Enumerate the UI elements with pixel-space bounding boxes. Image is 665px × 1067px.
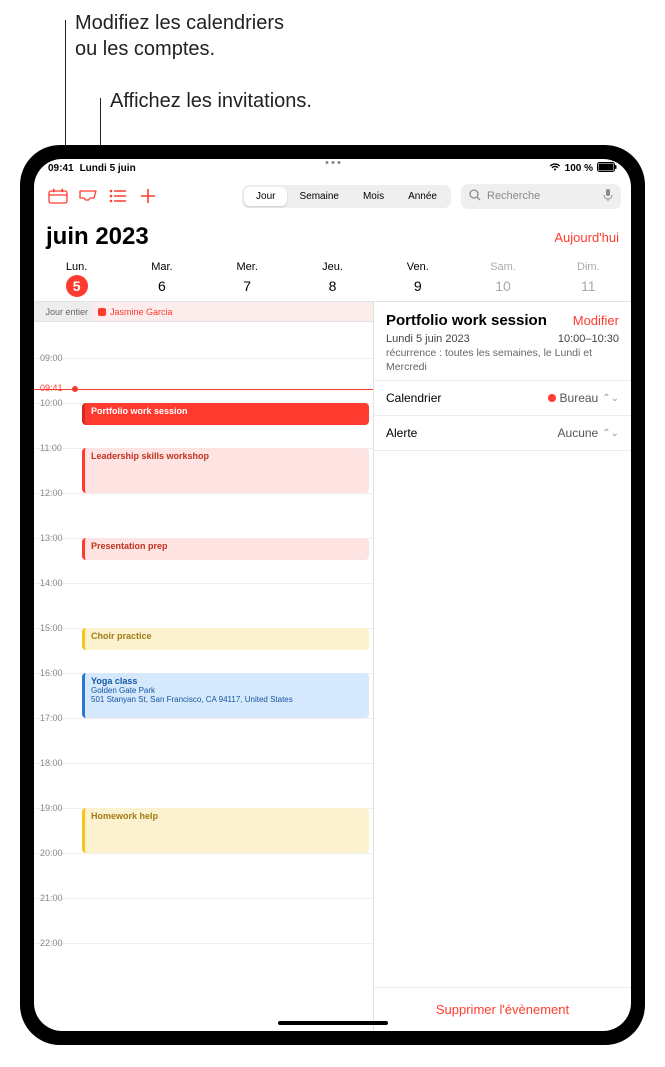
detail-time: 10:00–10:30 [558, 333, 619, 345]
callout-show-invitations: Affichez les invitations. [110, 88, 312, 114]
detail-alert-row[interactable]: Alerte Aucune ⌃⌄ [374, 416, 631, 451]
detail-calendar-label: Calendrier [386, 391, 441, 405]
callout-modify-calendars: Modifiez les calendriers ou les comptes. [75, 10, 284, 62]
battery-text: 100 % [565, 163, 593, 174]
hour-label: 17:00 [40, 713, 63, 723]
hour-label: 09:00 [40, 353, 63, 363]
detail-alert-value: Aucune [558, 426, 599, 440]
hour-label: 15:00 [40, 623, 63, 633]
month-title: juin 2023 [46, 223, 149, 251]
weekday-row: Lun. 5 Mar. 6 Mer. 7 Jeu. 8 Ven. 9 [34, 255, 631, 302]
detail-recurrence: récurrence : toutes les semaines, le Lun… [386, 347, 619, 374]
battery-icon [597, 162, 617, 175]
hour-label: 19:00 [40, 803, 63, 813]
view-segmented-control: Jour Semaine Mois Année [242, 185, 451, 208]
chevron-icon: ⌃⌄ [602, 428, 619, 439]
event-detail-panel: Portfolio work session Modifier Lundi 5 … [374, 302, 631, 1031]
detail-date: Lundi 5 juin 2023 [386, 333, 470, 345]
calendars-icon[interactable] [44, 182, 72, 210]
search-icon [469, 189, 481, 204]
calendar-color-dot [548, 394, 556, 402]
hour-label: 16:00 [40, 668, 63, 678]
allday-row: Jour entier Jasmine Garcia [34, 302, 373, 322]
status-bar: 09:41 Lundi 5 juin 100 % [34, 159, 631, 177]
allday-label: Jour entier [34, 302, 92, 321]
home-indicator[interactable] [278, 1021, 388, 1025]
event-yoga-class[interactable]: Yoga class Golden Gate Park 501 Stanyan … [82, 673, 369, 718]
detail-alert-label: Alerte [386, 426, 417, 440]
weekday-wed[interactable]: Mer. 7 [205, 261, 290, 297]
ipad-frame: 09:41 Lundi 5 juin 100 % [20, 145, 645, 1045]
edit-button[interactable]: Modifier [573, 313, 619, 328]
add-icon[interactable] [134, 182, 162, 210]
event-leadership-skills-workshop[interactable]: Leadership skills workshop [82, 448, 369, 493]
delete-event-button[interactable]: Supprimer l'évènement [374, 987, 631, 1031]
month-header: juin 2023 Aujourd'hui [34, 215, 631, 255]
status-time: 09:41 [48, 163, 74, 174]
hour-label: 13:00 [40, 533, 63, 543]
search-input[interactable]: Recherche [461, 184, 621, 209]
allday-event[interactable]: Jasmine Garcia [92, 302, 373, 321]
event-homework-help[interactable]: Homework help [82, 808, 369, 853]
screen: 09:41 Lundi 5 juin 100 % [34, 159, 631, 1031]
seg-year[interactable]: Année [396, 187, 449, 206]
timeline[interactable]: Jour entier Jasmine Garcia 09:00 10:00 1… [34, 302, 374, 1031]
weekday-mon[interactable]: Lun. 5 [34, 261, 119, 297]
weekday-tue[interactable]: Mar. 6 [119, 261, 204, 297]
detail-calendar-row[interactable]: Calendrier Bureau ⌃⌄ [374, 381, 631, 416]
inbox-icon[interactable] [74, 182, 102, 210]
event-presentation-prep[interactable]: Presentation prep [82, 538, 369, 560]
chevron-icon: ⌃⌄ [602, 393, 619, 404]
weekday-fri[interactable]: Ven. 9 [375, 261, 460, 297]
detail-title: Portfolio work session [386, 312, 547, 329]
detail-calendar-value: Bureau [560, 391, 599, 405]
hour-label: 14:00 [40, 578, 63, 588]
hour-label: 10:00 [40, 398, 63, 408]
hour-label: 18:00 [40, 758, 63, 768]
hour-label: 20:00 [40, 848, 63, 858]
search-placeholder: Recherche [487, 190, 597, 202]
seg-day[interactable]: Jour [244, 187, 287, 206]
list-icon[interactable] [104, 182, 132, 210]
hour-label: 21:00 [40, 893, 63, 903]
mic-icon[interactable] [603, 188, 613, 205]
event-choir-practice[interactable]: Choir practice [82, 628, 369, 650]
seg-month[interactable]: Mois [351, 187, 396, 206]
status-date: Lundi 5 juin [80, 163, 136, 174]
weekday-thu[interactable]: Jeu. 8 [290, 261, 375, 297]
multitask-icon[interactable] [325, 161, 340, 164]
timeline-body[interactable]: 09:00 10:00 11:00 12:00 13:00 14:00 15:0… [34, 322, 373, 1031]
wifi-icon [549, 162, 561, 174]
event-portfolio-work-session[interactable]: Portfolio work session [82, 403, 369, 425]
weekday-sun[interactable]: Dim. 11 [546, 261, 631, 297]
toolbar: Jour Semaine Mois Année Recherche [34, 177, 631, 215]
hour-label: 22:00 [40, 938, 63, 948]
weekday-sat[interactable]: Sam. 10 [460, 261, 545, 297]
seg-week[interactable]: Semaine [287, 187, 350, 206]
today-button[interactable]: Aujourd'hui [554, 230, 619, 245]
hour-label: 12:00 [40, 488, 63, 498]
now-indicator: 09:41 [34, 389, 373, 390]
hour-label: 11:00 [40, 443, 62, 453]
